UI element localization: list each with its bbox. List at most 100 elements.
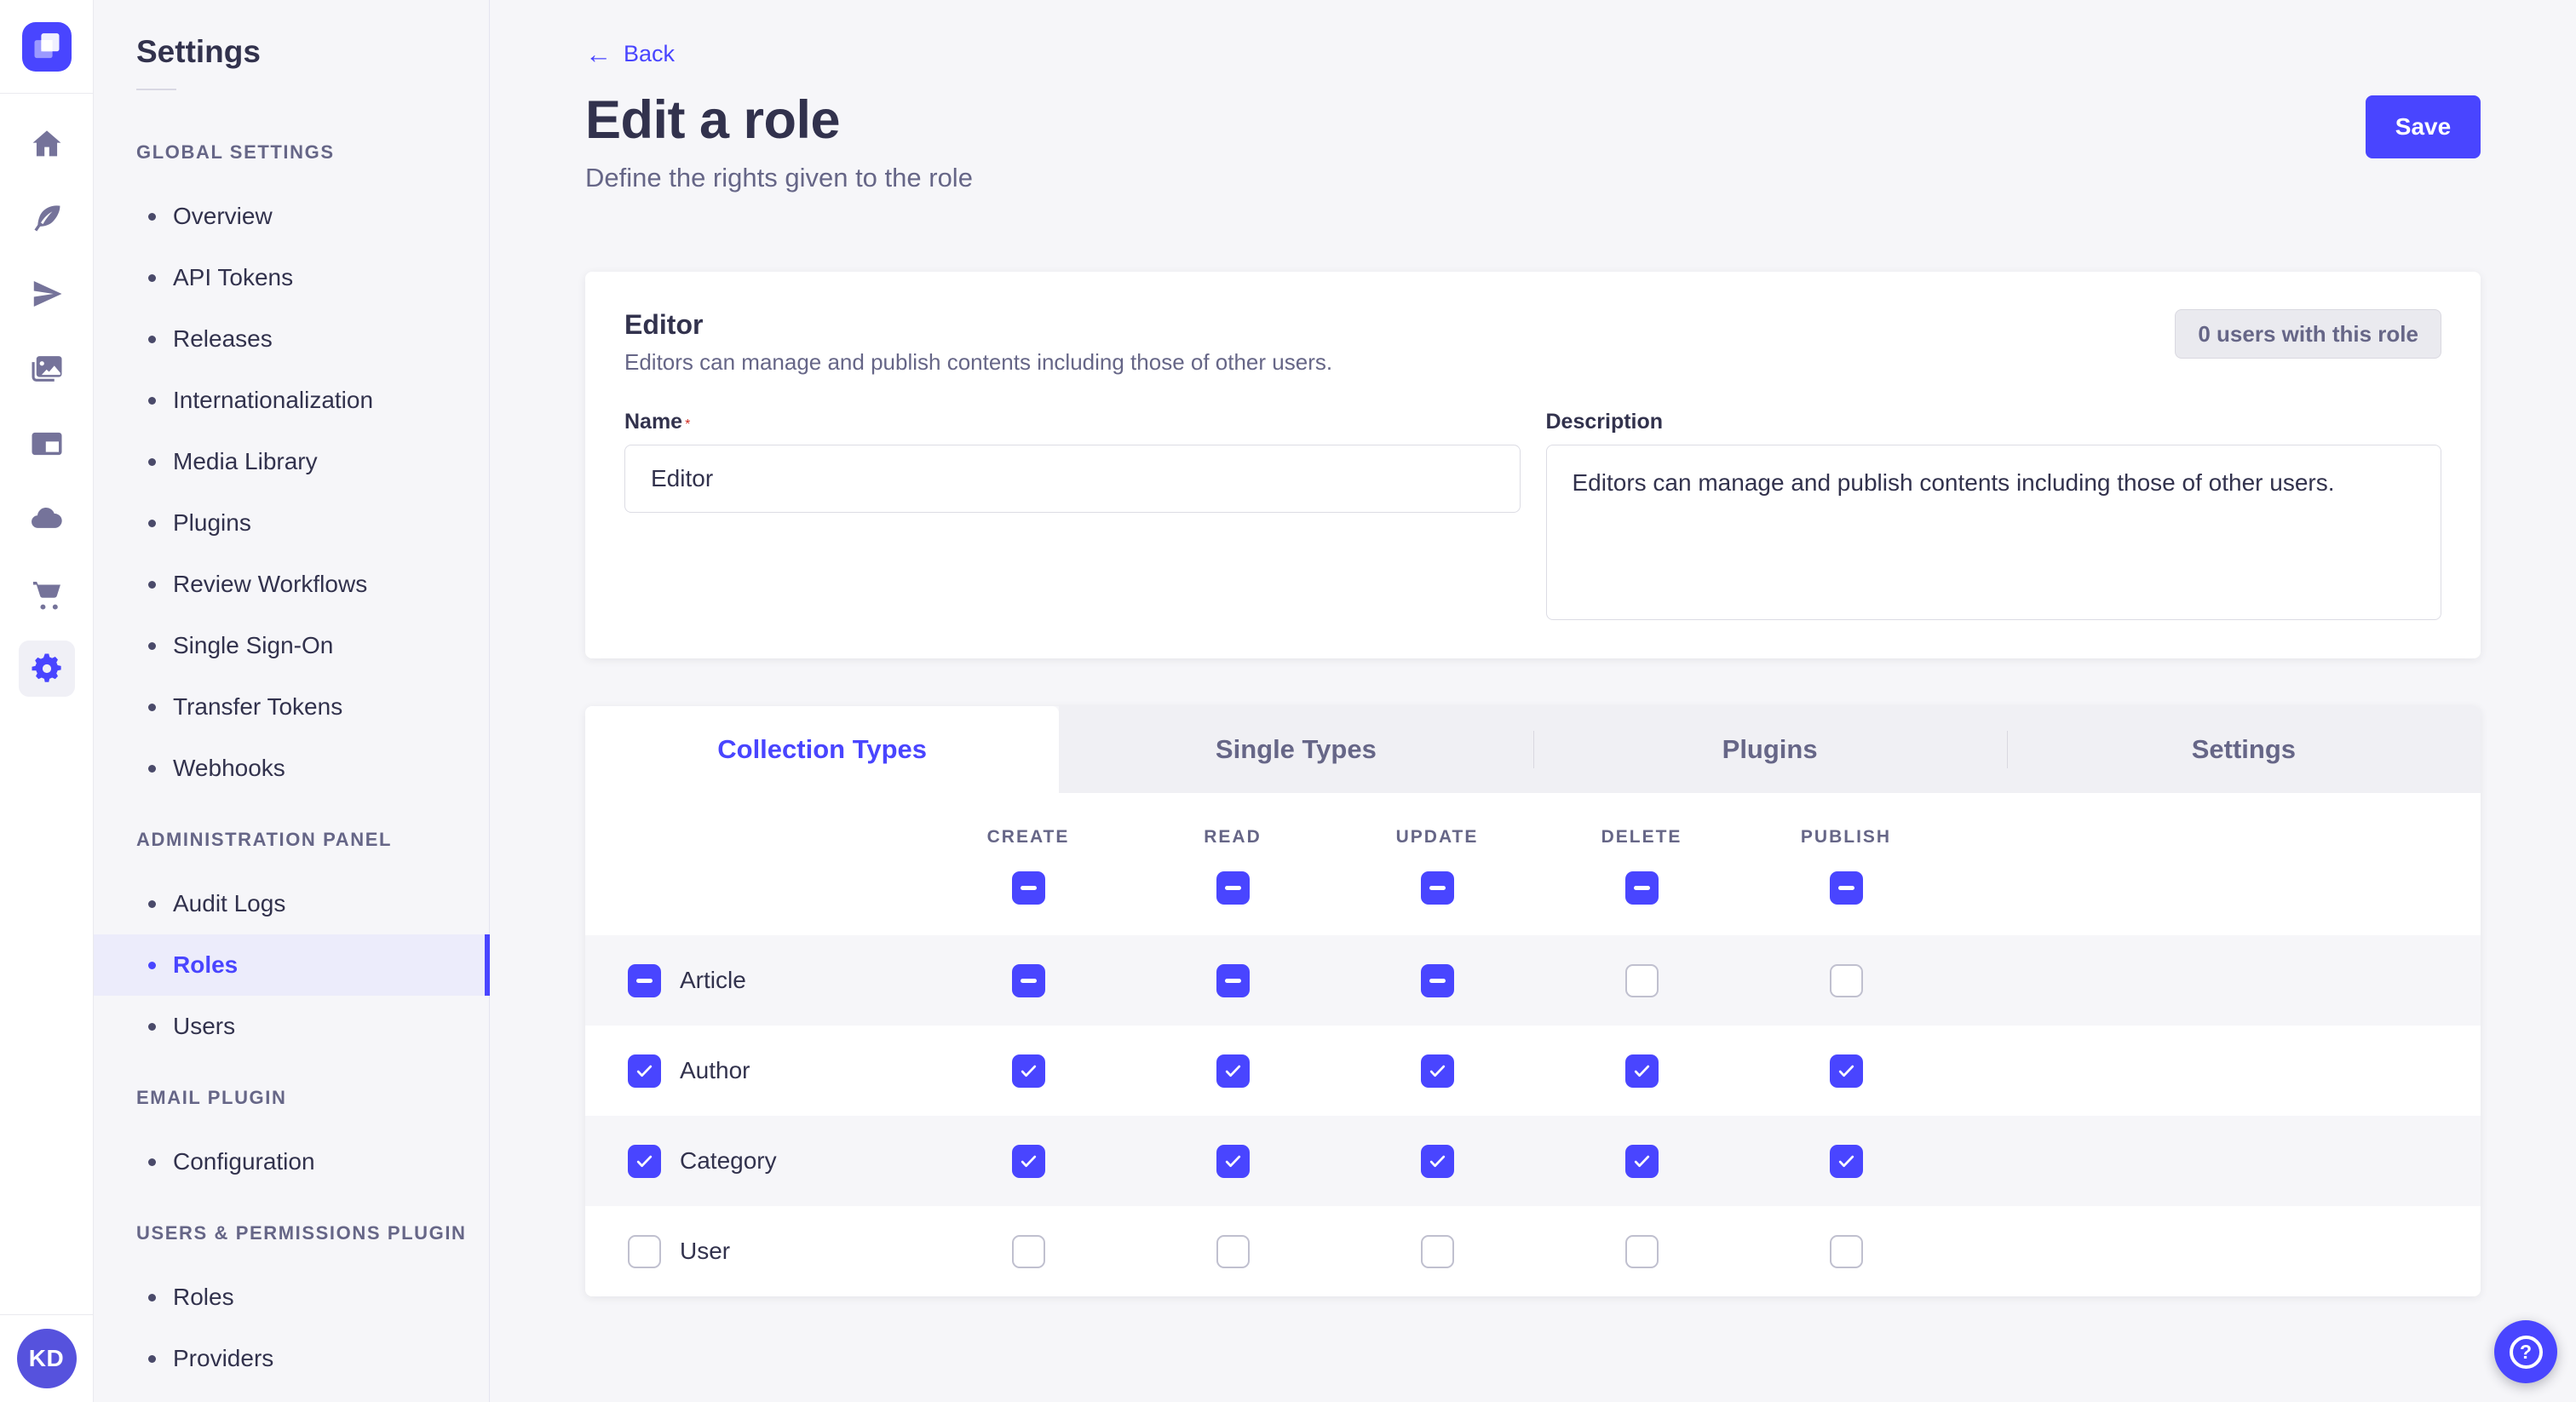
- permissions-rows: Article AuthorCategoryUser: [585, 935, 2481, 1296]
- category-delete-checkbox[interactable]: [1625, 1145, 1659, 1178]
- row-author-checkbox[interactable]: [628, 1054, 661, 1088]
- select-all-delete-checkbox[interactable]: [1625, 871, 1659, 905]
- sidebar-section-label: EMAIL PLUGIN: [136, 1087, 489, 1109]
- permissions-table: CREATEREADUPDATEDELETEPUBLISH ArticleAut…: [585, 793, 2481, 1296]
- sidebar-item-review-workflows[interactable]: Review Workflows: [94, 554, 489, 615]
- indeterminate-dash-icon: [1225, 979, 1241, 983]
- main-area: ← Back Edit a role Define the rights giv…: [490, 0, 2576, 1402]
- sidebar-sections: GLOBAL SETTINGSOverviewAPI TokensRelease…: [94, 141, 489, 1389]
- tab-single-types[interactable]: Single Types: [1059, 706, 1532, 793]
- settings-sidebar: Settings GLOBAL SETTINGSOverviewAPI Toke…: [94, 0, 490, 1402]
- sidebar-item-label: Users: [173, 1013, 235, 1040]
- select-all-update-checkbox[interactable]: [1421, 871, 1454, 905]
- indeterminate-dash-icon: [1634, 886, 1650, 890]
- tab-settings[interactable]: Settings: [2007, 706, 2481, 793]
- sidebar-item-audit-logs[interactable]: Audit Logs: [94, 873, 489, 934]
- author-read-checkbox[interactable]: [1216, 1054, 1250, 1088]
- bullet-icon: [148, 1294, 156, 1301]
- row-article-checkbox[interactable]: [628, 964, 661, 997]
- select-all-read-checkbox[interactable]: [1216, 871, 1250, 905]
- row-category-checkbox[interactable]: [628, 1145, 661, 1178]
- bullet-icon: [148, 520, 156, 527]
- permissions-row-category: Category: [585, 1116, 2481, 1206]
- sidebar-item-single-sign-on[interactable]: Single Sign-On: [94, 615, 489, 676]
- save-button[interactable]: Save: [2366, 95, 2481, 158]
- author-update-checkbox[interactable]: [1421, 1054, 1454, 1088]
- article-publish-checkbox[interactable]: [1830, 964, 1863, 997]
- indeterminate-dash-icon: [1838, 886, 1854, 890]
- sidebar-item-users[interactable]: Users: [94, 996, 489, 1057]
- column-header-delete: DELETE: [1539, 827, 1744, 848]
- pen-icon[interactable]: [19, 191, 75, 247]
- sidebar-item-overview[interactable]: Overview: [94, 186, 489, 247]
- permissions-row-author: Author: [585, 1026, 2481, 1116]
- author-delete-checkbox[interactable]: [1625, 1054, 1659, 1088]
- paper-plane-icon[interactable]: [19, 266, 75, 322]
- row-user-checkbox[interactable]: [628, 1235, 661, 1268]
- layout-icon[interactable]: [19, 416, 75, 472]
- permissions-row-user: User: [585, 1206, 2481, 1296]
- sidebar-item-providers[interactable]: Providers: [94, 1328, 489, 1389]
- article-read-checkbox[interactable]: [1216, 964, 1250, 997]
- sidebar-item-media-library[interactable]: Media Library: [94, 431, 489, 492]
- sidebar-item-roles[interactable]: Roles: [94, 1267, 489, 1328]
- user-publish-checkbox[interactable]: [1830, 1235, 1863, 1268]
- description-textarea[interactable]: Editors can manage and publish contents …: [1546, 445, 2442, 620]
- user-delete-checkbox[interactable]: [1625, 1235, 1659, 1268]
- sidebar-item-releases[interactable]: Releases: [94, 308, 489, 370]
- media-icon[interactable]: [19, 341, 75, 397]
- category-read-checkbox[interactable]: [1216, 1145, 1250, 1178]
- article-delete-checkbox[interactable]: [1625, 964, 1659, 997]
- category-create-checkbox[interactable]: [1012, 1145, 1045, 1178]
- bullet-icon: [148, 274, 156, 282]
- name-input[interactable]: [624, 445, 1521, 513]
- sidebar-item-configuration[interactable]: Configuration: [94, 1131, 489, 1192]
- cart-icon[interactable]: [19, 566, 75, 622]
- author-create-checkbox[interactable]: [1012, 1054, 1045, 1088]
- gear-icon[interactable]: [19, 641, 75, 697]
- help-button[interactable]: ?: [2494, 1320, 2557, 1383]
- indeterminate-dash-icon: [1429, 886, 1446, 890]
- sidebar-item-plugins[interactable]: Plugins: [94, 492, 489, 554]
- bullet-icon: [148, 642, 156, 650]
- indeterminate-dash-icon: [1225, 886, 1241, 890]
- sidebar-item-label: Releases: [173, 325, 273, 353]
- sidebar-item-api-tokens[interactable]: API Tokens: [94, 247, 489, 308]
- tab-collection-types[interactable]: Collection Types: [585, 706, 1059, 793]
- author-publish-checkbox[interactable]: [1830, 1054, 1863, 1088]
- sidebar-item-label: Plugins: [173, 509, 251, 537]
- home-icon[interactable]: [19, 116, 75, 172]
- sidebar-item-transfer-tokens[interactable]: Transfer Tokens: [94, 676, 489, 738]
- cloud-icon[interactable]: [19, 491, 75, 547]
- article-update-checkbox[interactable]: [1421, 964, 1454, 997]
- user-read-checkbox[interactable]: [1216, 1235, 1250, 1268]
- workspace-logo-area: [0, 0, 93, 94]
- bullet-icon: [148, 765, 156, 773]
- sidebar-section-label: ADMINISTRATION PANEL: [136, 829, 489, 851]
- back-link-label: Back: [624, 41, 675, 67]
- sidebar-title-divider: [136, 89, 176, 90]
- sidebar-item-label: Media Library: [173, 448, 318, 475]
- select-all-create-checkbox[interactable]: [1012, 871, 1045, 905]
- bullet-icon: [148, 397, 156, 405]
- strapi-logo-icon[interactable]: [10, 10, 83, 83]
- back-link[interactable]: ← Back: [585, 0, 675, 67]
- article-create-checkbox[interactable]: [1012, 964, 1045, 997]
- row-label: Article: [680, 967, 746, 994]
- sidebar-item-label: Overview: [173, 203, 273, 230]
- user-avatar[interactable]: KD: [17, 1329, 77, 1388]
- category-publish-checkbox[interactable]: [1830, 1145, 1863, 1178]
- question-mark-icon: ?: [2510, 1336, 2543, 1369]
- tab-plugins[interactable]: Plugins: [1533, 706, 2007, 793]
- category-update-checkbox[interactable]: [1421, 1145, 1454, 1178]
- sidebar-section: ADMINISTRATION PANEL Audit LogsRoles Users: [94, 829, 489, 1057]
- sidebar-item-roles[interactable]: Roles: [94, 934, 489, 996]
- user-update-checkbox[interactable]: [1421, 1235, 1454, 1268]
- select-all-publish-checkbox[interactable]: [1830, 871, 1863, 905]
- icon-rail-footer: KD: [0, 1314, 93, 1402]
- user-create-checkbox[interactable]: [1012, 1235, 1045, 1268]
- role-details-card: Editor Editors can manage and publish co…: [585, 272, 2481, 658]
- sidebar-item-webhooks[interactable]: Webhooks: [94, 738, 489, 799]
- bullet-icon: [148, 1023, 156, 1031]
- sidebar-item-internationalization[interactable]: Internationalization: [94, 370, 489, 431]
